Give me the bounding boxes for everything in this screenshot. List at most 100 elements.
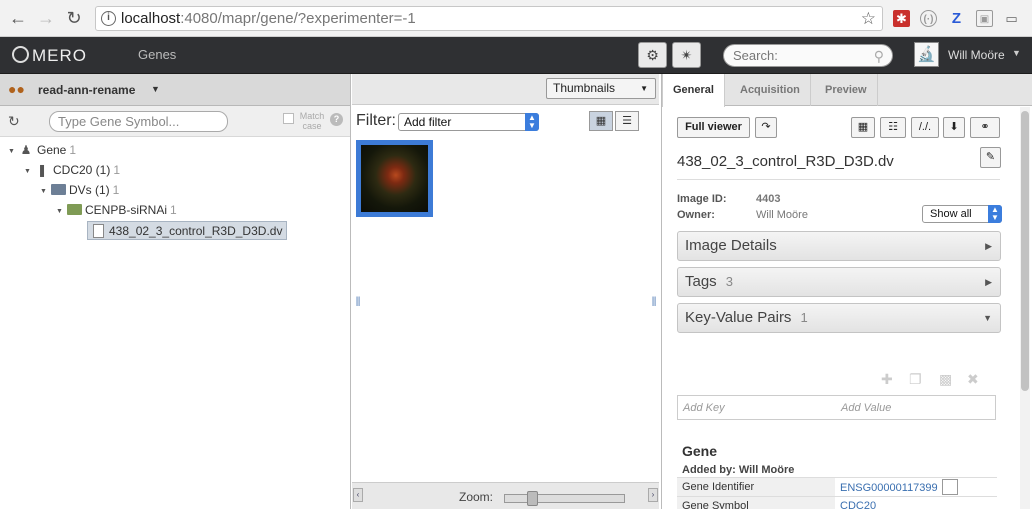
gene-identifier-cell: ENSG00000117399 [835,477,997,497]
tree-node-dataset[interactable]: ▼ CENPB-siRNAi 1 [56,201,177,220]
extension-icon[interactable]: (·) [920,10,937,27]
dna-icon: ❚ [36,163,48,177]
left-splitter-handle[interactable]: ‖ [353,295,363,310]
collapse-right-icon[interactable]: › [648,488,658,502]
reload-icon[interactable]: ↻ [64,8,84,28]
view-mode-value: Thumbnails [553,81,616,95]
expand-toggle-icon[interactable]: ▼ [40,182,50,201]
tab-preview[interactable]: Preview [815,74,878,106]
expand-toggle-icon[interactable]: ▼ [56,202,66,221]
extension-icon[interactable]: ▣ [976,10,993,27]
gene-symbol-input[interactable]: Type Gene Symbol... [49,111,228,132]
tree-node-gene[interactable]: ▼ ♟ Gene 1 [8,141,76,160]
info-icon[interactable]: i [101,11,116,26]
tree-node-cdc20[interactable]: ▼ ❚ CDC20 (1) 1 [24,161,120,180]
tab-general[interactable]: General [662,74,725,107]
activities-icon[interactable]: ✴ [672,42,701,68]
download-icon[interactable]: ⬇ [943,117,965,138]
select-arrows-icon: ▲ ▼ [525,113,539,131]
user-name[interactable]: Will Moöre [948,48,1005,62]
add-icon[interactable]: ✚ [881,371,893,388]
paste-icon[interactable]: ▩ [939,371,952,388]
filter-select[interactable]: Add filter ▲ ▼ [398,113,539,131]
path-icon[interactable]: /./. [911,117,939,138]
full-viewer-button[interactable]: Full viewer [677,117,750,138]
edit-name-icon[interactable]: ✎ [980,147,1001,168]
scrollbar[interactable] [1020,107,1030,509]
group-switcher[interactable]: ●● read-ann-rename ▼ [0,74,350,106]
match-case-checkbox[interactable] [283,113,294,124]
bookmark-star-icon[interactable]: ☆ [861,9,876,29]
search-input[interactable]: Search: ⚲ [723,44,893,67]
scrollbar-thumb[interactable] [1021,111,1029,391]
omero-logo[interactable]: MERO [12,46,87,66]
tree-node-count: 1 [170,203,177,217]
group-name[interactable]: read-ann-rename [38,83,135,97]
zoom-bar: ‹ Zoom: › [352,482,659,509]
chevron-down-icon: ▼ [983,313,992,323]
omero-header: MERO Genes ⚙ ✴ Search: ⚲ 🔬 Will Moöre ▼ [0,37,1032,74]
refresh-icon[interactable]: ↻ [8,113,20,130]
help-icon[interactable]: ? [330,113,343,126]
grid-view-icon[interactable]: ▦ [589,111,613,131]
collapse-left-icon[interactable]: ‹ [353,488,363,502]
zoom-label: Zoom: [459,490,494,504]
add-value-input[interactable]: Add Value [841,402,891,414]
forward-icon[interactable]: → [36,8,56,28]
right-splitter-handle[interactable]: ‖ [649,295,659,310]
nav-tab-genes[interactable]: Genes [138,47,176,62]
tree-node-image[interactable]: 438_02_3_control_R3D_D3D.dv [87,221,288,240]
hierarchy-icon[interactable]: ☷ [880,117,906,138]
gene-identifier-link[interactable]: ENSG00000117399 [840,482,938,494]
copy-icon[interactable]: ❐ [909,371,922,388]
back-icon[interactable]: ← [8,8,28,28]
section-count: 1 [800,310,808,325]
group-icon: ●● [8,81,25,97]
zoom-slider[interactable] [504,491,625,506]
show-all-select[interactable]: Show all ▲ ▼ [922,205,1002,223]
tree-node-project[interactable]: ▼ DVs (1) 1 [40,181,119,200]
expand-toggle-icon[interactable]: ▼ [24,162,34,181]
image-id-value: 4403 [756,193,781,205]
tags-section[interactable]: Tags 3 ▶ [677,267,1001,297]
view-mode-select[interactable]: Thumbnails ▼ [546,78,656,99]
divider [677,179,1000,180]
chevron-down-icon[interactable]: ▼ [151,84,160,94]
chevron-down-icon: ▼ [640,84,648,93]
table-row: Gene Symbol CDC20 [677,496,997,509]
chevron-down-icon[interactable]: ▼ [1012,48,1021,58]
select-arrows-icon: ▲ ▼ [988,205,1002,223]
section-count: 3 [725,274,733,289]
extension-icon[interactable]: ✱ [893,10,910,27]
list-view-icon[interactable]: ☰ [615,111,639,131]
thumbnail-grid-icon[interactable]: ▦ [851,117,875,138]
tree-node-label: CENPB-siRNAi [85,203,168,217]
image-details-section[interactable]: Image Details ▶ [677,231,1001,261]
image-thumbnail[interactable] [356,140,433,217]
scripts-icon[interactable]: ⚙ [638,42,667,68]
zotero-icon[interactable]: Z [948,10,965,27]
gene-added-by: Added by: Will Moöre [682,464,795,476]
zoom-slider-handle[interactable] [527,491,538,506]
open-with-icon[interactable]: ↷ [755,117,777,138]
address-bar[interactable]: i localhost:4080/mapr/gene/?experimenter… [95,6,883,31]
logo-text: MERO [32,46,87,65]
user-avatar[interactable]: 🔬 [914,42,939,67]
key-value-pairs-section[interactable]: Key-Value Pairs 1 ▼ [677,303,1001,333]
gene-symbol-link[interactable]: CDC20 [835,496,997,509]
search-icon[interactable]: ⚲ [874,46,884,67]
link-icon[interactable]: ⚭ [970,117,1000,138]
gene-checkbox[interactable] [941,479,958,495]
expand-toggle-icon[interactable]: ▼ [8,142,18,161]
project-folder-icon [50,181,66,200]
delete-icon[interactable]: ✖ [967,371,979,388]
center-toolbar: Thumbnails ▼ [352,74,659,105]
tree-node-count: 1 [69,143,77,157]
address-text[interactable]: localhost:4080/mapr/gene/?experimenter=-… [121,10,416,27]
left-panel: ●● read-ann-rename ▼ ↻ Type Gene Symbol.… [0,74,351,509]
search-placeholder: Search: [733,48,778,63]
tree-node-label: 438_02_3_control_R3D_D3D.dv [109,224,283,238]
cast-icon[interactable]: ▭ [1003,10,1020,27]
add-key-input[interactable]: Add Key [683,402,725,414]
tab-acquisition[interactable]: Acquisition [730,74,811,106]
